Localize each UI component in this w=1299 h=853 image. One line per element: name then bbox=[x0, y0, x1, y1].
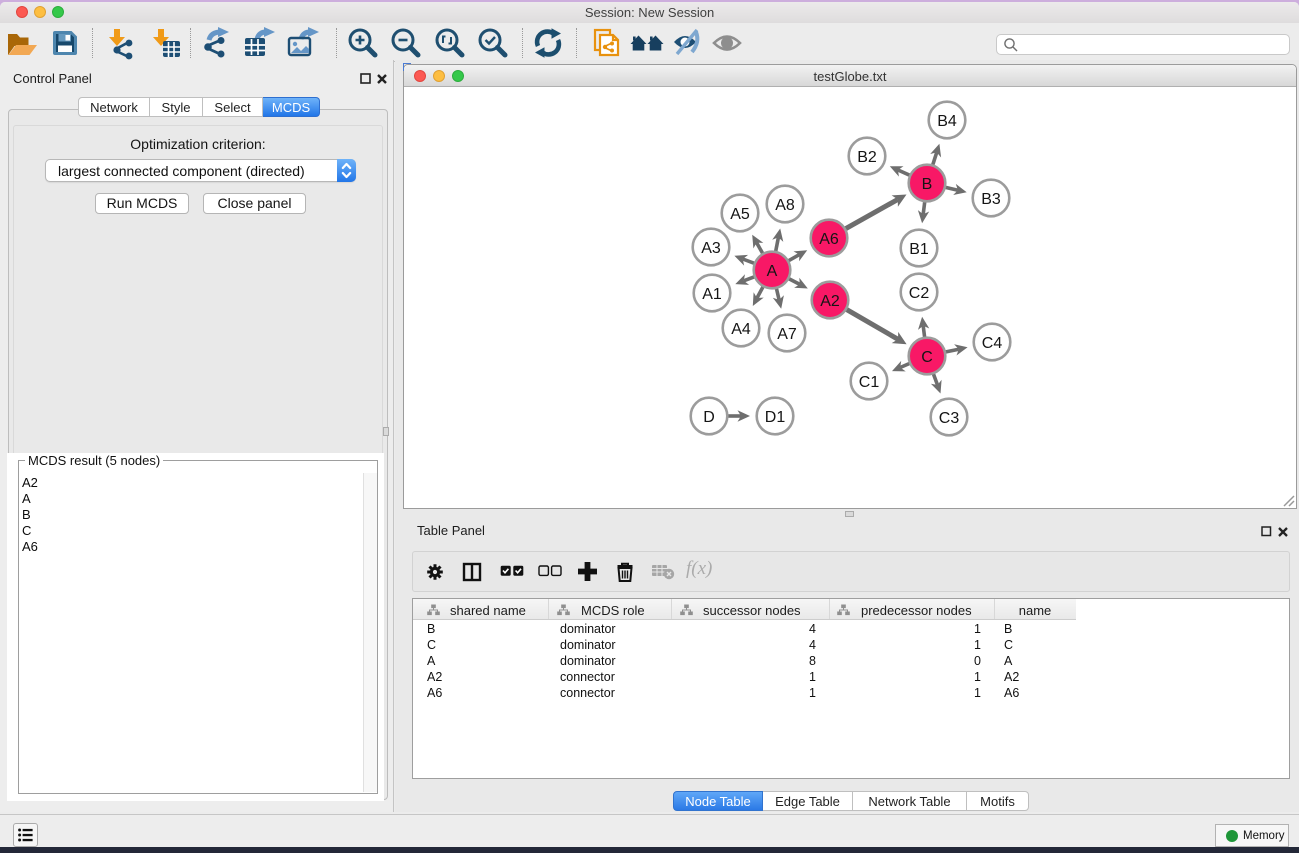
svg-text:B: B bbox=[922, 176, 933, 193]
svg-text:C: C bbox=[921, 349, 933, 366]
svg-text:A1: A1 bbox=[702, 286, 722, 303]
svg-text:A: A bbox=[767, 263, 778, 280]
svg-text:A8: A8 bbox=[775, 197, 795, 214]
svg-text:D1: D1 bbox=[765, 409, 786, 426]
svg-text:D: D bbox=[703, 409, 715, 426]
svg-text:C1: C1 bbox=[859, 374, 880, 391]
svg-text:C3: C3 bbox=[939, 410, 960, 427]
svg-text:B4: B4 bbox=[937, 113, 957, 130]
svg-text:A6: A6 bbox=[819, 231, 839, 248]
svg-text:A2: A2 bbox=[820, 293, 840, 310]
svg-text:B3: B3 bbox=[981, 191, 1001, 208]
svg-text:A7: A7 bbox=[777, 326, 797, 343]
svg-text:A4: A4 bbox=[731, 321, 751, 338]
svg-text:C2: C2 bbox=[909, 285, 930, 302]
svg-text:B1: B1 bbox=[909, 241, 929, 258]
svg-text:A5: A5 bbox=[730, 206, 750, 223]
svg-text:B2: B2 bbox=[857, 149, 877, 166]
svg-text:C4: C4 bbox=[982, 335, 1003, 352]
svg-text:A3: A3 bbox=[701, 240, 721, 257]
